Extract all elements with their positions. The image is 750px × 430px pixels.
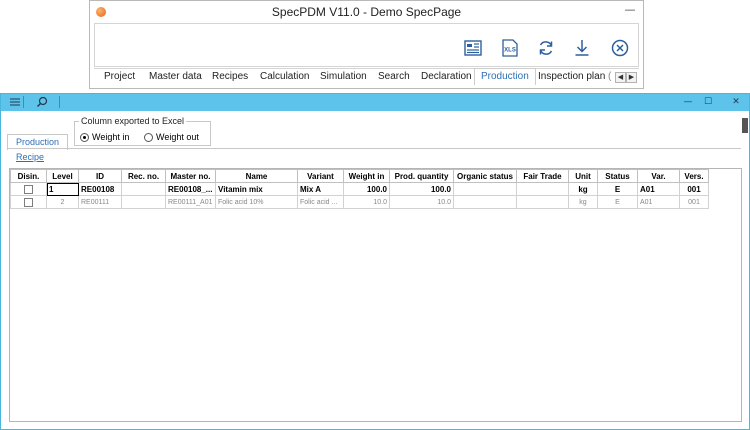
weight-in-cell[interactable]: 10.0 [343, 195, 390, 209]
weight-in-radio[interactable] [80, 132, 89, 142]
rec-no-cell[interactable] [121, 195, 166, 209]
col-header-status[interactable]: Status [597, 169, 638, 183]
name-cell[interactable]: Folic acid 10% [215, 195, 298, 209]
weight-in-label: Weight in [92, 132, 130, 142]
weight-in-radio-option[interactable]: Weight in [80, 132, 129, 142]
grid-header-row: Disin. Level ID Rec. no. Master no. Name… [10, 169, 709, 183]
id-cell[interactable]: RE00108 [78, 182, 122, 196]
var-cell[interactable]: A01 [637, 195, 680, 209]
toolbar-divider [23, 96, 24, 108]
menu-scroll-left-button[interactable]: ◀ [615, 72, 626, 83]
col-header-name[interactable]: Name [215, 169, 298, 183]
organic-status-cell[interactable] [453, 195, 517, 209]
cancel-circle-icon[interactable] [610, 38, 630, 58]
col-header-prod-quantity[interactable]: Prod. quantity [389, 169, 454, 183]
menu-scroll-right-button[interactable]: ▶ [626, 72, 637, 83]
export-group-legend: Column exported to Excel [79, 116, 187, 126]
col-header-master-no[interactable]: Master no. [165, 169, 216, 183]
vers-cell[interactable]: 001 [679, 182, 709, 196]
col-header-fair-trade[interactable]: Fair Trade [516, 169, 569, 183]
col-header-weight-in[interactable]: Weight in [343, 169, 390, 183]
download-icon[interactable] [572, 38, 592, 58]
prod-quantity-cell[interactable]: 100.0 [389, 182, 454, 196]
window-minimize-button[interactable]: — [681, 95, 695, 109]
disin-checkbox[interactable] [24, 197, 33, 207]
rec-no-cell[interactable] [121, 182, 166, 196]
menu-project[interactable]: Project [104, 71, 135, 82]
window-close-button[interactable]: ✕ [729, 95, 743, 109]
fair-trade-cell[interactable] [516, 182, 569, 196]
master-no-cell[interactable]: RE00111_A01 [165, 195, 216, 209]
vertical-scrollbar-thumb[interactable] [742, 118, 748, 133]
report-icon[interactable] [463, 38, 483, 58]
minimize-button[interactable]: — [622, 3, 638, 19]
disin-checkbox[interactable] [24, 184, 33, 194]
menu-production[interactable]: Production [474, 68, 536, 85]
menu-master-data[interactable]: Master data [149, 71, 202, 82]
production-window-titlebar: — ☐ ✕ [1, 94, 749, 111]
level-cell[interactable]: 1 [46, 182, 79, 196]
menu-overflow-item[interactable]: ( [608, 71, 611, 82]
menu-icon[interactable] [9, 96, 21, 108]
col-header-level[interactable]: Level [46, 169, 79, 183]
col-header-id[interactable]: ID [78, 169, 122, 183]
level-cell[interactable]: 2 [46, 195, 79, 209]
id-cell[interactable]: RE00111 [78, 195, 122, 209]
unit-cell[interactable]: kg [568, 195, 598, 209]
disin-cell[interactable] [10, 182, 47, 196]
production-grid: Disin. Level ID Rec. no. Master no. Name… [10, 169, 709, 209]
weight-out-radio[interactable] [144, 132, 153, 142]
toolbar-divider [59, 96, 60, 108]
menu-inspection-plan[interactable]: Inspection plan [538, 71, 605, 82]
var-cell[interactable]: A01 [637, 182, 680, 196]
organic-status-cell[interactable] [453, 182, 517, 196]
tab-strip-border [7, 148, 741, 149]
refresh-icon[interactable] [536, 38, 556, 58]
production-grid-panel: Disin. Level ID Rec. no. Master no. Name… [9, 168, 742, 422]
col-header-unit[interactable]: Unit [568, 169, 598, 183]
excel-export-option-group: Column exported to Excel Weight in Weigh… [74, 116, 211, 146]
excel-export-icon[interactable]: XLS [500, 38, 520, 58]
app-titlebar: SpecPDM V11.0 - Demo SpecPage — [90, 1, 643, 23]
menu-search[interactable]: Search [378, 71, 410, 82]
variant-cell[interactable]: Mix A [297, 182, 344, 196]
excel-icon-text: XLS [504, 48, 516, 54]
weight-out-label: Weight out [156, 132, 199, 142]
app-title: SpecPDM V11.0 - Demo SpecPage [271, 5, 462, 19]
table-row[interactable]: 2 RE00111 RE00111_A01 Folic acid 10% Fol… [10, 195, 709, 209]
disin-cell[interactable] [10, 195, 47, 209]
name-cell[interactable]: Vitamin mix [215, 182, 298, 196]
vers-cell[interactable]: 001 [679, 195, 709, 209]
weight-in-cell[interactable]: 100.0 [343, 182, 390, 196]
table-row[interactable]: 1 RE00108 RE00108_... Vitamin mix Mix A … [10, 182, 709, 196]
ribbon-toolbar: XLS [94, 23, 639, 67]
status-cell[interactable]: E [597, 182, 638, 196]
col-header-organic-status[interactable]: Organic status [453, 169, 517, 183]
master-no-cell[interactable]: RE00108_... [165, 182, 216, 196]
weight-out-radio-option[interactable]: Weight out [144, 132, 199, 142]
main-menu-bar: Project Master data Recipes Calculation … [94, 68, 639, 86]
menu-calculation[interactable]: Calculation [260, 71, 309, 82]
recipe-link[interactable]: Recipe [16, 152, 44, 162]
prod-quantity-cell[interactable]: 10.0 [389, 195, 454, 209]
col-header-vers[interactable]: Vers. [679, 169, 709, 183]
col-header-rec-no[interactable]: Rec. no. [121, 169, 166, 183]
menu-simulation[interactable]: Simulation [320, 71, 367, 82]
unit-cell[interactable]: kg [568, 182, 598, 196]
menu-declaration[interactable]: Declaration [421, 71, 472, 82]
status-cell[interactable]: E [597, 195, 638, 209]
menu-recipes[interactable]: Recipes [212, 71, 248, 82]
fair-trade-cell[interactable] [516, 195, 569, 209]
search-icon[interactable] [36, 96, 48, 108]
col-header-var[interactable]: Var. [637, 169, 680, 183]
production-window: — ☐ ✕ Column exported to Excel Weight in… [0, 93, 750, 430]
col-header-disin[interactable]: Disin. [10, 169, 47, 183]
col-header-variant[interactable]: Variant [297, 169, 344, 183]
window-maximize-button[interactable]: ☐ [701, 95, 715, 109]
variant-cell[interactable]: Folic acid ... [297, 195, 344, 209]
main-app-window: SpecPDM V11.0 - Demo SpecPage — XLS Proj… [89, 0, 644, 89]
